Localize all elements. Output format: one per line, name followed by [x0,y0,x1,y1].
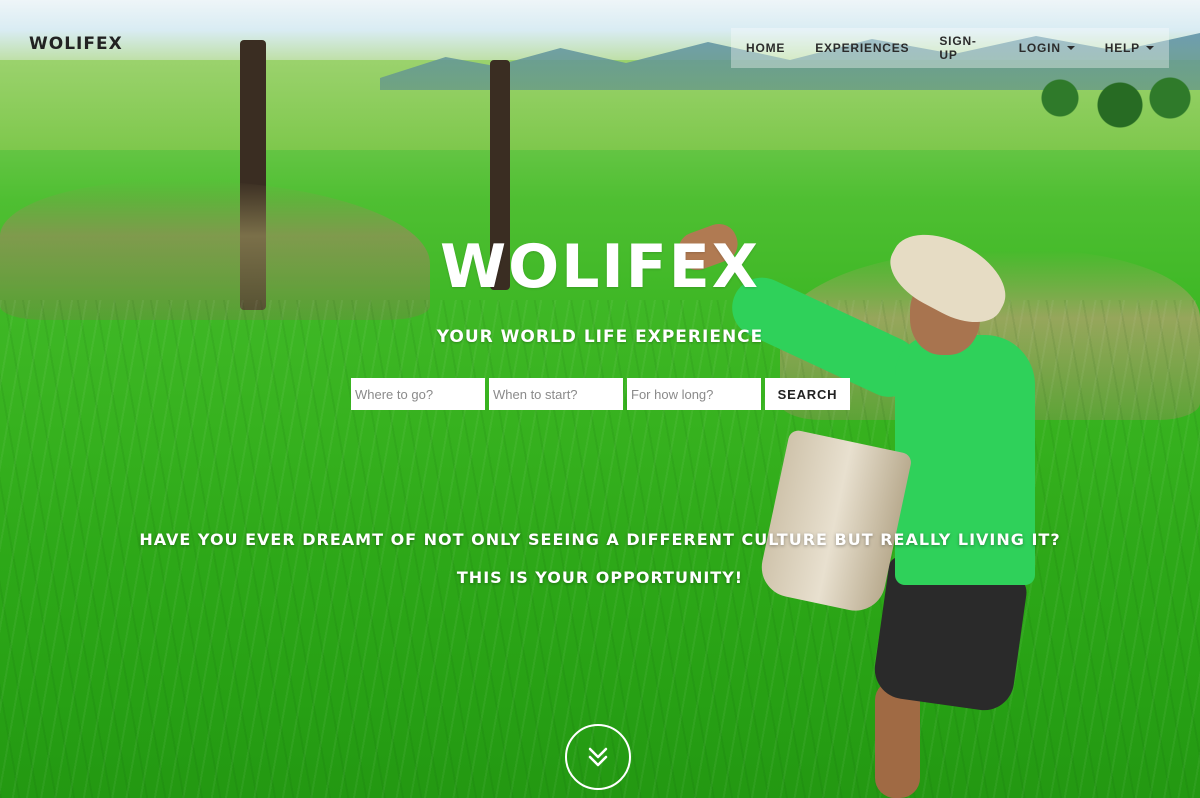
duration-input[interactable] [627,378,761,410]
caret-down-icon [1146,46,1154,50]
double-chevron-down-icon [588,747,608,767]
nav-login-label: LOGIN [1018,41,1061,55]
search-button[interactable]: SEARCH [765,378,850,410]
nav-help-dropdown[interactable]: HELP [1090,28,1169,68]
nav-help-label: HELP [1104,41,1140,55]
hero-section: WOLIFEX HOME EXPERIENCES SIGN-UP LOGIN H… [0,0,1200,798]
hero-subtitle: YOUR WORLD LIFE EXPERIENCE [436,327,764,347]
start-date-input[interactable] [489,378,623,410]
background-trees [1000,70,1200,140]
nav-login-dropdown[interactable]: LOGIN [1004,28,1090,68]
nav-signup[interactable]: SIGN-UP [924,28,1003,68]
caret-down-icon [1066,46,1075,50]
destination-input[interactable] [351,378,485,410]
main-navbar: HOME EXPERIENCES SIGN-UP LOGIN HELP [731,28,1169,68]
nav-home-label: HOME [746,41,786,55]
nav-home[interactable]: HOME [731,28,800,68]
search-form: SEARCH [351,378,850,410]
tagline-question: HAVE YOU EVER DREAMT OF NOT ONLY SEEING … [139,530,1061,549]
brand-logo[interactable]: WOLIFEX [29,34,123,54]
hero-title: WOLIFEX [440,232,760,302]
tagline-opportunity: THIS IS YOUR OPPORTUNITY! [456,568,744,587]
nav-signup-label: SIGN-UP [939,34,977,62]
nav-experiences-label: EXPERIENCES [815,41,910,55]
nav-experiences[interactable]: EXPERIENCES [800,28,924,68]
scroll-down-button[interactable] [565,724,631,790]
